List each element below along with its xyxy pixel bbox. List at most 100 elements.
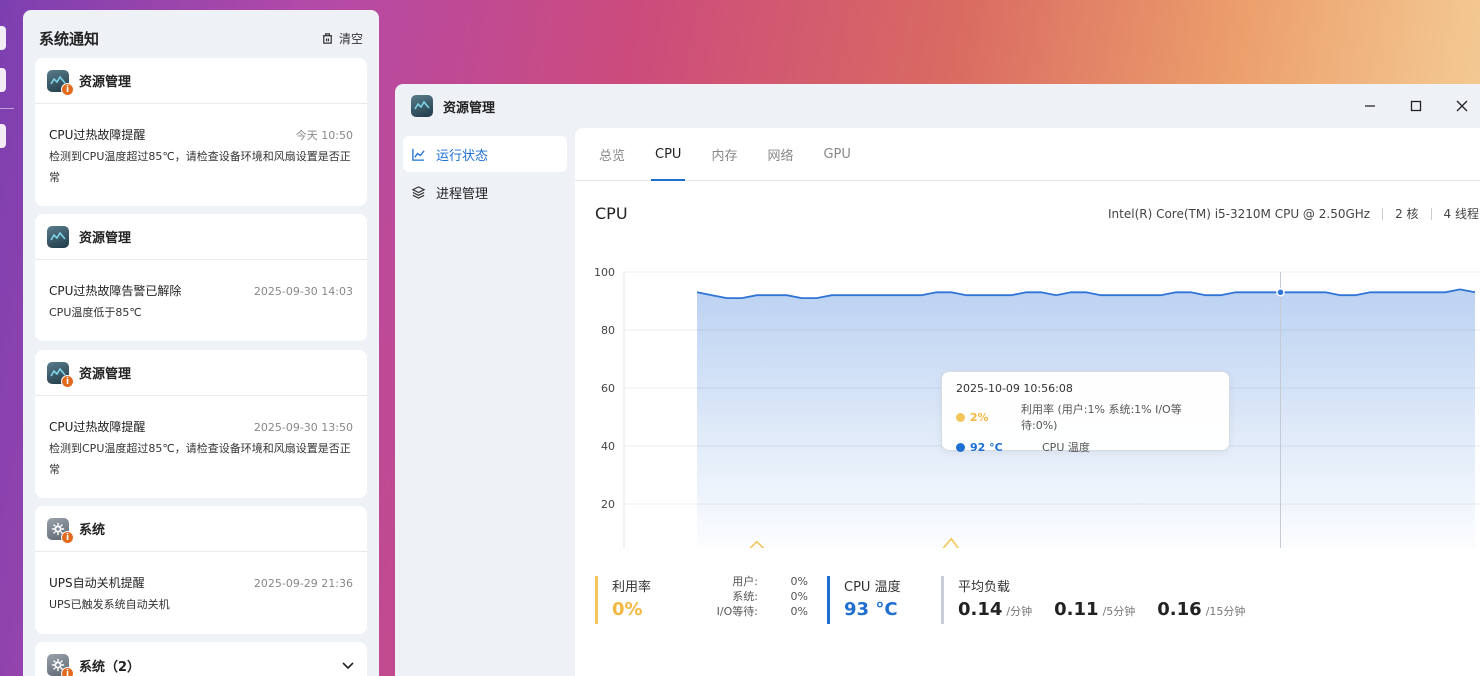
chart-tooltip: 2025-10-09 10:56:08 2% 利用率 (用户:1% 系统:1% … <box>941 371 1230 454</box>
close-icon <box>1456 100 1468 112</box>
clear-button[interactable]: 清空 <box>321 30 363 47</box>
message-title: CPU过热故障告警已解除 <box>49 284 182 298</box>
message-text: 检测到CPU温度超过85℃，请检查设备环境和风扇设置是否正常 <box>49 442 351 476</box>
divider <box>1382 207 1384 220</box>
load-label: 平均负载 <box>958 580 1011 595</box>
maximize-button[interactable] <box>1393 84 1439 128</box>
message-time: 今天 10:50 <box>295 129 353 142</box>
temp-value: 93 °C <box>844 599 898 620</box>
gear-icon: i <box>47 654 74 676</box>
message-title: CPU过热故障提醒 <box>49 128 146 142</box>
close-button[interactable] <box>1439 84 1480 128</box>
nav-label: 进程管理 <box>436 186 489 202</box>
load-stat: 平均负载 0.14/分钟 0.11/5分钟 0.16/15分钟 <box>941 576 1267 624</box>
card-header: i 系统 <box>35 506 367 552</box>
stats-bar: 利用率 0% 用户: 0% 系统: 0% I/O等待: 0% CPU 温度 93 °C… <box>595 574 1267 624</box>
notification-group-card[interactable]: i 系统（2） <box>35 642 367 676</box>
message-text: UPS已触发系统自动关机 <box>49 598 170 611</box>
sys-key: 系统: <box>732 590 758 603</box>
message-time: 2025-09-29 21:36 <box>253 577 353 590</box>
notification-header: 系统通知 清空 <box>23 10 379 52</box>
notification-title: 系统通知 <box>39 29 100 48</box>
tab-gpu[interactable]: GPU <box>823 128 865 181</box>
y-tick-label: 40 <box>601 440 615 453</box>
divider <box>1430 207 1432 220</box>
tab-cpu[interactable]: CPU <box>650 128 696 181</box>
line-chart-icon <box>412 148 425 161</box>
nav-item-running-status[interactable]: 运行状态 <box>403 136 567 172</box>
temp-stat: CPU 温度 93 °C <box>827 576 941 624</box>
y-tick-label: 80 <box>601 324 615 337</box>
card-header: i 资源管理 <box>35 58 367 104</box>
tooltip-time: 2025-10-09 10:56:08 <box>956 382 1073 395</box>
notification-card[interactable]: i 资源管理 CPU过热故障提醒 今天 10:50 检测到CPU温度超过85℃，… <box>35 58 367 206</box>
minimize-icon <box>1365 105 1375 107</box>
cpu-header: CPU Intel(R) Core(TM) i5-3210M CPU @ 2.5… <box>595 204 1480 223</box>
content-panel: 总览 CPU 内存 网络 GPU CPU Intel(R) Core(TM) i… <box>575 128 1480 676</box>
temp-label: CPU 温度 <box>844 580 901 595</box>
y-tick-label: 60 <box>601 382 615 395</box>
y-tick-label: 20 <box>601 498 615 511</box>
card-app-name: 资源管理 <box>79 75 132 90</box>
dock-item-active[interactable] <box>0 124 6 148</box>
load-15min-unit: /15分钟 <box>1205 605 1246 618</box>
cpu-title: CPU <box>595 204 628 223</box>
info-badge-icon: i <box>61 374 74 388</box>
message-title: UPS自动关机提醒 <box>49 576 145 590</box>
tooltip-temp-value: 92 °C <box>970 440 1003 454</box>
cpu-info: Intel(R) Core(TM) i5-3210M CPU @ 2.50GHz… <box>1108 205 1480 222</box>
cpu-cores: 2 核 <box>1395 207 1419 221</box>
card-app-name: 系统（2） <box>79 659 141 675</box>
resource-monitor-icon <box>47 225 69 248</box>
temp-legend-dot <box>956 442 965 452</box>
card-header: 资源管理 <box>35 214 367 260</box>
titlebar: 资源管理 <box>395 84 1480 128</box>
card-header: i 资源管理 <box>35 350 367 396</box>
card-app-name: 资源管理 <box>79 367 132 382</box>
notification-panel: 系统通知 清空 i 资源管理 CPU过热故障提醒 今天 10:50 检测到CPU… <box>23 10 379 676</box>
load-1min-unit: /分钟 <box>1006 605 1033 618</box>
tab-overview[interactable]: 总览 <box>599 128 640 181</box>
message-time: 2025-09-30 13:50 <box>253 421 353 434</box>
load-5min: 0.11 <box>1054 599 1099 620</box>
nav-item-process-management[interactable]: 进程管理 <box>403 174 567 210</box>
chevron-down-icon[interactable] <box>341 658 355 672</box>
info-badge-icon: i <box>61 530 74 544</box>
resource-monitor-icon: i <box>47 361 74 388</box>
cpu-threads: 4 线程 <box>1443 207 1479 221</box>
card-header: i 系统（2） <box>35 642 367 676</box>
dock-item[interactable] <box>0 26 6 50</box>
tab-bar: 总览 CPU 内存 网络 GPU <box>575 128 1480 181</box>
window-title: 资源管理 <box>443 100 496 116</box>
gear-icon: i <box>47 517 74 544</box>
user-value: 0% <box>790 575 808 588</box>
cpu-model: Intel(R) Core(TM) i5-3210M CPU @ 2.50GHz <box>1108 206 1371 221</box>
tab-memory[interactable]: 内存 <box>711 128 752 181</box>
load-5min-unit: /5分钟 <box>1102 605 1136 618</box>
sys-value: 0% <box>790 590 808 603</box>
temp-hover-point <box>1276 288 1285 297</box>
maximize-icon <box>1410 100 1422 112</box>
info-badge-icon: i <box>61 667 74 676</box>
util-stat: 利用率 0% 用户: 0% 系统: 0% I/O等待: 0% <box>595 574 827 624</box>
message-text: CPU温度低于85℃ <box>49 306 142 319</box>
io-key: I/O等待: <box>716 605 758 618</box>
side-nav: 运行状态 进程管理 <box>403 136 567 212</box>
notification-card[interactable]: i 系统 UPS自动关机提醒 2025-09-29 21:36 UPS已触发系统… <box>35 506 367 634</box>
util-legend-dot <box>956 412 965 422</box>
notification-card[interactable]: 资源管理 CPU过热故障告警已解除 2025-09-30 14:03 CPU温度… <box>35 214 367 341</box>
y-tick-label: 100 <box>594 266 615 279</box>
tooltip-util-value: 2% <box>969 410 989 424</box>
nav-label: 运行状态 <box>436 148 489 164</box>
info-badge-icon: i <box>61 82 74 96</box>
minimize-button[interactable] <box>1347 84 1393 128</box>
resource-monitor-icon <box>411 95 433 117</box>
clear-label: 清空 <box>338 31 363 46</box>
load-1min: 0.14 <box>958 599 1003 620</box>
message-time: 2025-09-30 14:03 <box>253 285 353 298</box>
notification-card[interactable]: i 资源管理 CPU过热故障提醒 2025-09-30 13:50 检测到CPU… <box>35 350 367 498</box>
dock-item[interactable] <box>0 68 6 92</box>
util-detail: 用户: 0% 系统: 0% I/O等待: 0% <box>694 574 808 619</box>
tab-network[interactable]: 网络 <box>767 128 808 181</box>
tooltip-temp-label: CPU 温度 <box>1042 441 1090 454</box>
